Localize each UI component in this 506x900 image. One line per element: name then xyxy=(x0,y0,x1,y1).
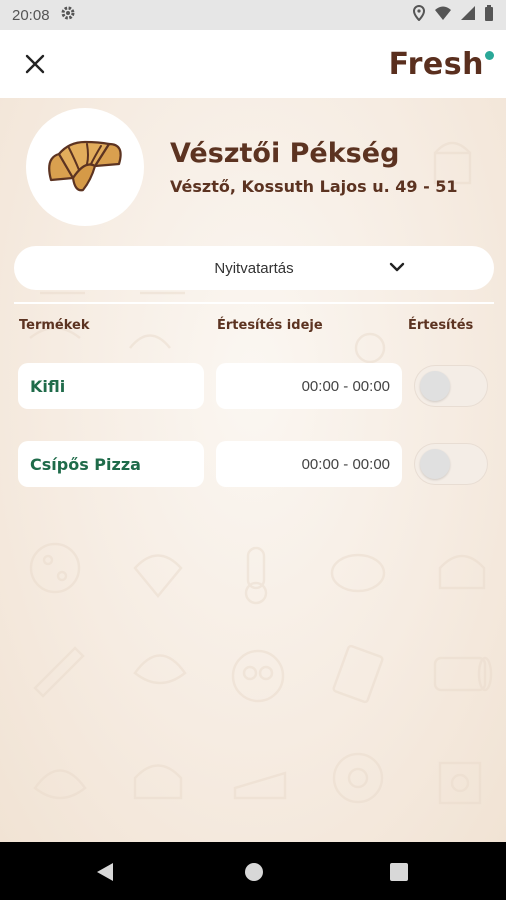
close-button[interactable] xyxy=(22,51,48,77)
header-notify: Értesítés xyxy=(408,318,474,333)
back-button[interactable] xyxy=(96,862,114,887)
logo-dot xyxy=(485,50,494,60)
system-nav-bar xyxy=(0,842,506,900)
recents-button[interactable] xyxy=(390,863,408,886)
shop-address: Vésztő, Kossuth Lajos u. 49 - 51 xyxy=(170,177,458,196)
chevron-down-icon xyxy=(389,262,405,272)
toggle-knob xyxy=(420,371,450,401)
divider xyxy=(14,302,494,304)
product-name: Csípős Pizza xyxy=(18,441,204,487)
croissant-icon xyxy=(48,140,122,192)
status-time: 20:08 xyxy=(12,6,50,24)
recents-square-icon xyxy=(390,863,408,881)
home-button[interactable] xyxy=(244,862,264,887)
gear-icon xyxy=(60,5,76,25)
wifi-icon xyxy=(434,5,452,25)
battery-icon xyxy=(484,5,494,25)
notify-toggle[interactable] xyxy=(414,365,488,407)
shop-avatar xyxy=(26,108,144,226)
app-bar: Fresh xyxy=(0,30,506,98)
notify-toggle[interactable] xyxy=(414,443,488,485)
notify-time-field[interactable]: 00:00 - 00:00 xyxy=(216,441,402,487)
opening-hours-label: Nyitvatartás xyxy=(214,259,294,277)
table-header: Termékek Értesítés ideje Értesítés xyxy=(0,318,506,338)
back-triangle-icon xyxy=(97,863,113,881)
header-products: Termékek xyxy=(19,318,90,333)
notify-time-field[interactable]: 00:00 - 00:00 xyxy=(216,363,402,409)
location-icon xyxy=(412,4,426,25)
status-bar: 20:08 xyxy=(0,0,506,30)
toggle-knob xyxy=(420,449,450,479)
signal-icon xyxy=(460,5,476,25)
home-circle-icon xyxy=(245,863,263,881)
fresh-logo: Fresh xyxy=(388,46,494,82)
shop-info: Vésztői Pékség Vésztő, Kossuth Lajos u. … xyxy=(170,138,458,196)
header-notify-time: Értesítés ideje xyxy=(217,318,323,333)
close-icon xyxy=(25,54,45,74)
product-row: Kifli 00:00 - 00:00 xyxy=(0,363,506,409)
shop-name: Vésztői Pékség xyxy=(170,138,400,169)
product-row: Csípős Pizza 00:00 - 00:00 xyxy=(0,441,506,487)
opening-hours-dropdown[interactable]: Nyitvatartás xyxy=(14,246,494,290)
shop-screen: Vésztői Pékség Vésztő, Kossuth Lajos u. … xyxy=(0,98,506,842)
shop-header: Vésztői Pékség Vésztő, Kossuth Lajos u. … xyxy=(26,108,458,226)
logo-text: Fresh xyxy=(388,46,484,82)
product-name: Kifli xyxy=(18,363,204,409)
